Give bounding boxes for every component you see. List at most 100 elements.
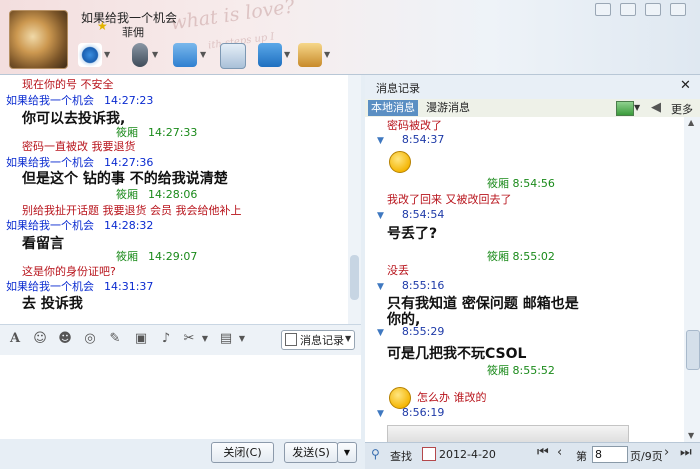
- chevron-down-icon[interactable]: ▼: [104, 51, 112, 59]
- shake-icon[interactable]: ◎: [82, 331, 98, 347]
- more-button[interactable]: 更多: [671, 101, 693, 117]
- chat-sender-line: 如果给我一个机会 14:28:32: [6, 217, 153, 233]
- history-message-text: 号丢了?: [387, 226, 438, 242]
- microphone-icon[interactable]: [132, 43, 148, 67]
- self-name[interactable]: 筱厢: [116, 250, 138, 263]
- sender-name[interactable]: 如果给我一个机会: [6, 219, 94, 232]
- history-scrollbar[interactable]: [684, 117, 700, 442]
- chevron-down-icon[interactable]: ▼: [284, 51, 292, 59]
- emoji-icon[interactable]: ☺: [32, 331, 48, 347]
- history-time: 8:56:19: [401, 406, 445, 419]
- screenshot-scissors-icon[interactable]: ✂: [181, 331, 197, 347]
- chevron-down-icon[interactable]: ▼: [324, 51, 332, 59]
- restore-button[interactable]: [620, 3, 636, 16]
- send-file-icon[interactable]: [173, 43, 197, 67]
- chat-message-area[interactable]: 现在你的号 不安全如果给我一个机会 14:27:23 你可以去投诉我, 筱厢 14:27…: [0, 75, 361, 324]
- page-prefix: 第: [576, 450, 587, 463]
- calendar-icon[interactable]: [422, 447, 436, 461]
- collapse-icon[interactable]: ▼: [377, 136, 384, 146]
- collapse-icon[interactable]: ▼: [377, 409, 384, 419]
- maximize-button[interactable]: [645, 3, 661, 16]
- history-message-text: 我改了回来 又被改回去了: [387, 193, 512, 206]
- music-icon[interactable]: ♪: [158, 331, 174, 347]
- message-time: 14:31:37: [104, 280, 154, 293]
- font-icon[interactable]: A: [7, 331, 23, 347]
- history-message-list[interactable]: 密码被改了 ▼ 8:54:37 筱厢 8:54:56 我改了回来 又被改回去了 ▼ 8:54…: [365, 117, 685, 442]
- collapse-icon[interactable]: ▼: [377, 282, 384, 292]
- app-share-icon[interactable]: [220, 43, 246, 69]
- message-time: 14:28:06: [148, 188, 198, 201]
- history-time-row: ▼ 8:56:19: [377, 406, 444, 419]
- history-message-text: 密码被改了: [387, 119, 442, 132]
- scroll-down-icon[interactable]: ▼: [688, 431, 694, 440]
- previous-page-icon[interactable]: ‹: [557, 445, 562, 460]
- history-self-line: 筱厢 8:55:02: [487, 250, 555, 263]
- chat-message-text: 现在你的号 不安全: [22, 78, 114, 91]
- collapse-icon[interactable]: ▼: [377, 211, 384, 221]
- tab-local-messages[interactable]: 本地消息: [368, 100, 418, 116]
- chat-message-text: 看留言: [22, 236, 64, 252]
- scroll-up-icon[interactable]: ▲: [688, 118, 694, 127]
- chat-sender-line: 如果给我一个机会 14:31:37: [6, 278, 153, 294]
- page-count: 页/9页: [630, 450, 663, 463]
- minimize-button[interactable]: [595, 3, 611, 16]
- chat-message-text: 别给我扯开话题 我要退货 会员 我会给他补上: [22, 204, 242, 217]
- collapse-icon[interactable]: ▼: [377, 328, 384, 338]
- chevron-down-icon[interactable]: ▼: [152, 51, 160, 59]
- history-message-text: 没丢: [387, 264, 409, 277]
- self-name[interactable]: 筱厢: [116, 188, 138, 201]
- watermark-text: what is love?: [169, 0, 296, 35]
- history-self-line: 筱厢 8:54:56: [487, 177, 555, 190]
- chat-message-text: 密码一直被改 我要退货: [22, 140, 136, 153]
- speaker-icon[interactable]: ◀: [651, 100, 661, 115]
- history-clock-icon: [285, 333, 297, 346]
- chevron-down-icon[interactable]: ▼: [234, 331, 250, 347]
- send-button[interactable]: 发送(S): [284, 442, 338, 463]
- chat-self-line: 筱厢 14:28:06: [116, 186, 197, 202]
- window-close-button[interactable]: [670, 3, 686, 16]
- message-time: 14:27:33: [148, 126, 198, 139]
- page-number-input[interactable]: 8: [592, 446, 628, 463]
- chevron-down-icon[interactable]: ▼: [634, 103, 640, 112]
- first-page-icon[interactable]: ⏮: [537, 445, 549, 460]
- screenshot-image[interactable]: [387, 425, 629, 442]
- magic-face-icon[interactable]: ☻: [57, 331, 73, 347]
- history-message-text: 可是几把我不玩CSOL: [387, 346, 527, 362]
- chat-message-text: 但是这个 钻的事 不的给我说清楚: [22, 171, 228, 187]
- next-page-icon[interactable]: ›: [664, 445, 669, 460]
- history-time-row: ▼ 8:54:54: [377, 208, 444, 221]
- send-options-button[interactable]: ▼: [337, 442, 357, 463]
- chat-message-text: 这是你的身份证吧?: [22, 265, 116, 278]
- briefcase-icon[interactable]: ▤: [218, 331, 234, 347]
- history-date[interactable]: 2012-4-20: [439, 448, 496, 461]
- chat-message-text: 你可以去投诉我,: [22, 111, 126, 127]
- sender-name[interactable]: 如果给我一个机会: [6, 280, 94, 293]
- contact-avatar[interactable]: [9, 10, 68, 69]
- chevron-down-icon[interactable]: ▼: [345, 334, 351, 343]
- message-time: 14:27:23: [104, 94, 154, 107]
- chat-scrollbar-thumb[interactable]: [350, 255, 359, 300]
- sender-name[interactable]: 如果给我一个机会: [6, 94, 94, 107]
- close-chat-button[interactable]: 关闭(C): [211, 442, 274, 463]
- export-icon[interactable]: [616, 101, 634, 116]
- history-panel-title: 消息记录: [376, 82, 420, 95]
- history-scrollbar-thumb[interactable]: [686, 330, 700, 370]
- history-time: 8:54:37: [401, 133, 445, 146]
- app-box-icon[interactable]: [298, 43, 322, 67]
- image-icon[interactable]: ▣: [133, 331, 149, 347]
- remote-desktop-icon[interactable]: [258, 43, 282, 67]
- frown-emoji: [389, 151, 411, 173]
- history-time-row: ▼ 8:55:29: [377, 325, 444, 338]
- chevron-down-icon[interactable]: ▼: [197, 331, 213, 347]
- close-icon[interactable]: ✕: [680, 78, 691, 93]
- tab-roaming-messages[interactable]: 漫游消息: [426, 100, 470, 116]
- search-icon[interactable]: ⚲: [371, 447, 380, 461]
- find-button[interactable]: 查找: [390, 448, 412, 464]
- message-time: 14:28:32: [104, 219, 154, 232]
- edit-icon[interactable]: ✎: [107, 331, 123, 347]
- message-input[interactable]: [0, 355, 361, 439]
- video-call-icon[interactable]: [78, 43, 102, 67]
- last-page-icon[interactable]: ⏭: [680, 445, 692, 460]
- chevron-down-icon[interactable]: ▼: [200, 51, 208, 59]
- history-time: 8:55:16: [401, 279, 445, 292]
